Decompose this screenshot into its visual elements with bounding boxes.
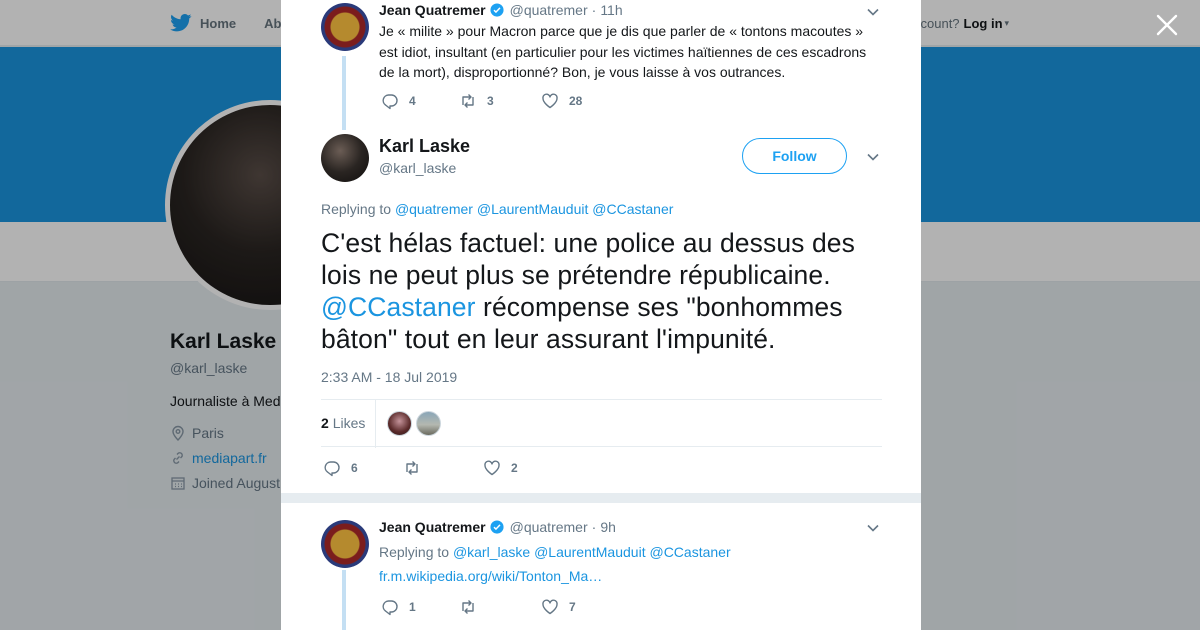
- likes-count[interactable]: 2 Likes: [321, 415, 365, 431]
- avatar[interactable]: [321, 3, 369, 51]
- tweet-author: Jean Quatremer @quatremer · 11h: [379, 2, 623, 18]
- reply-icon: [382, 600, 398, 616]
- verified-icon: [490, 3, 504, 17]
- mention-link[interactable]: @LaurentMauduit: [477, 201, 589, 217]
- heart-icon: [484, 460, 500, 476]
- retweet-icon: [462, 94, 474, 108]
- like-count: 2: [511, 461, 518, 475]
- avatar[interactable]: [321, 520, 369, 568]
- tweet-actions: 1 7: [381, 598, 576, 616]
- tweet-actions: 4 3 28: [381, 92, 582, 110]
- like-action[interactable]: 28: [541, 92, 582, 110]
- like-count: 7: [569, 600, 576, 614]
- tweet-timestamp[interactable]: 2:33 AM - 18 Jul 2019: [321, 369, 457, 385]
- reply-action[interactable]: 4: [381, 92, 459, 110]
- replying-to: Replying to @quatremer @LaurentMauduit @…: [321, 201, 673, 217]
- tweet-time[interactable]: 9h: [600, 519, 616, 535]
- retweet-icon: [406, 461, 418, 475]
- retweet-icon: [462, 600, 474, 614]
- chevron-down-icon[interactable]: [866, 521, 880, 535]
- mention-link[interactable]: @LaurentMauduit: [534, 544, 646, 560]
- likes-label: Likes: [332, 415, 366, 431]
- author-handle[interactable]: @quatremer: [510, 519, 588, 535]
- mention-link[interactable]: @CCastaner: [592, 201, 673, 217]
- like-action[interactable]: 7: [541, 598, 576, 616]
- retweet-count: 3: [487, 94, 494, 108]
- heart-icon: [542, 599, 558, 615]
- separator-dot: ·: [591, 519, 597, 535]
- thread-connector-line: [342, 570, 346, 630]
- likes-number: 2: [321, 415, 329, 431]
- tweet-text: Je « milite » pour Macron parce que je d…: [379, 23, 867, 80]
- reply-action[interactable]: 1: [381, 598, 459, 616]
- like-count: 28: [569, 94, 583, 108]
- mention-link[interactable]: @CCastaner: [321, 292, 476, 322]
- retweet-action[interactable]: [403, 459, 483, 477]
- mention-link[interactable]: @quatremer: [395, 201, 473, 217]
- stats-divider: [375, 400, 376, 448]
- author-handle[interactable]: @quatremer: [510, 2, 588, 18]
- chevron-down-icon[interactable]: [866, 5, 880, 19]
- main-author-handle[interactable]: @karl_laske: [379, 160, 456, 176]
- tweet-link[interactable]: fr.m.wikipedia.org/wiki/Tonton_Ma…: [379, 568, 602, 584]
- replies-divider: [281, 493, 921, 503]
- liker-avatar[interactable]: [416, 411, 441, 436]
- separator-dot: ·: [591, 2, 597, 18]
- likes-stats: 2 Likes: [321, 399, 882, 448]
- liker-avatar[interactable]: [387, 411, 412, 436]
- main-author-name[interactable]: Karl Laske: [379, 136, 470, 157]
- follow-button[interactable]: Follow: [742, 138, 847, 174]
- heart-icon: [542, 93, 558, 109]
- author-name[interactable]: Jean Quatremer: [379, 2, 486, 18]
- retweet-action[interactable]: [459, 598, 541, 616]
- avatar[interactable]: [321, 134, 369, 182]
- replying-prefix: Replying to: [379, 544, 450, 560]
- main-tweet-text: C'est hélas factuel: une police au dessu…: [321, 227, 881, 355]
- retweet-action[interactable]: 3: [459, 92, 541, 110]
- replying-prefix: Replying to: [321, 201, 392, 217]
- tweet-permalink-modal: Jean Quatremer @quatremer · 11h Je « mil…: [281, 0, 921, 630]
- reply-count: 6: [351, 461, 358, 475]
- replying-to: Replying to @karl_laske @LaurentMauduit …: [379, 544, 731, 560]
- mention-link[interactable]: @karl_laske: [453, 544, 530, 560]
- reply-icon: [324, 461, 340, 477]
- tweet-author: Jean Quatremer @quatremer · 9h: [379, 519, 616, 535]
- reply-icon: [382, 94, 398, 110]
- reply-count: 4: [409, 94, 416, 108]
- thread-connector-line: [342, 56, 346, 130]
- reply-action[interactable]: 6: [323, 459, 403, 477]
- reply-count: 1: [409, 600, 416, 614]
- tweet-actions: 6 2: [323, 459, 518, 477]
- tweet-time[interactable]: 11h: [600, 2, 622, 18]
- like-action[interactable]: 2: [483, 459, 518, 477]
- close-icon[interactable]: [1154, 12, 1180, 38]
- tweet-text-part: C'est hélas factuel: une police au dessu…: [321, 228, 855, 290]
- verified-icon: [490, 520, 504, 534]
- author-name[interactable]: Jean Quatremer: [379, 519, 486, 535]
- chevron-down-icon[interactable]: [866, 150, 880, 164]
- mention-link[interactable]: @CCastaner: [649, 544, 730, 560]
